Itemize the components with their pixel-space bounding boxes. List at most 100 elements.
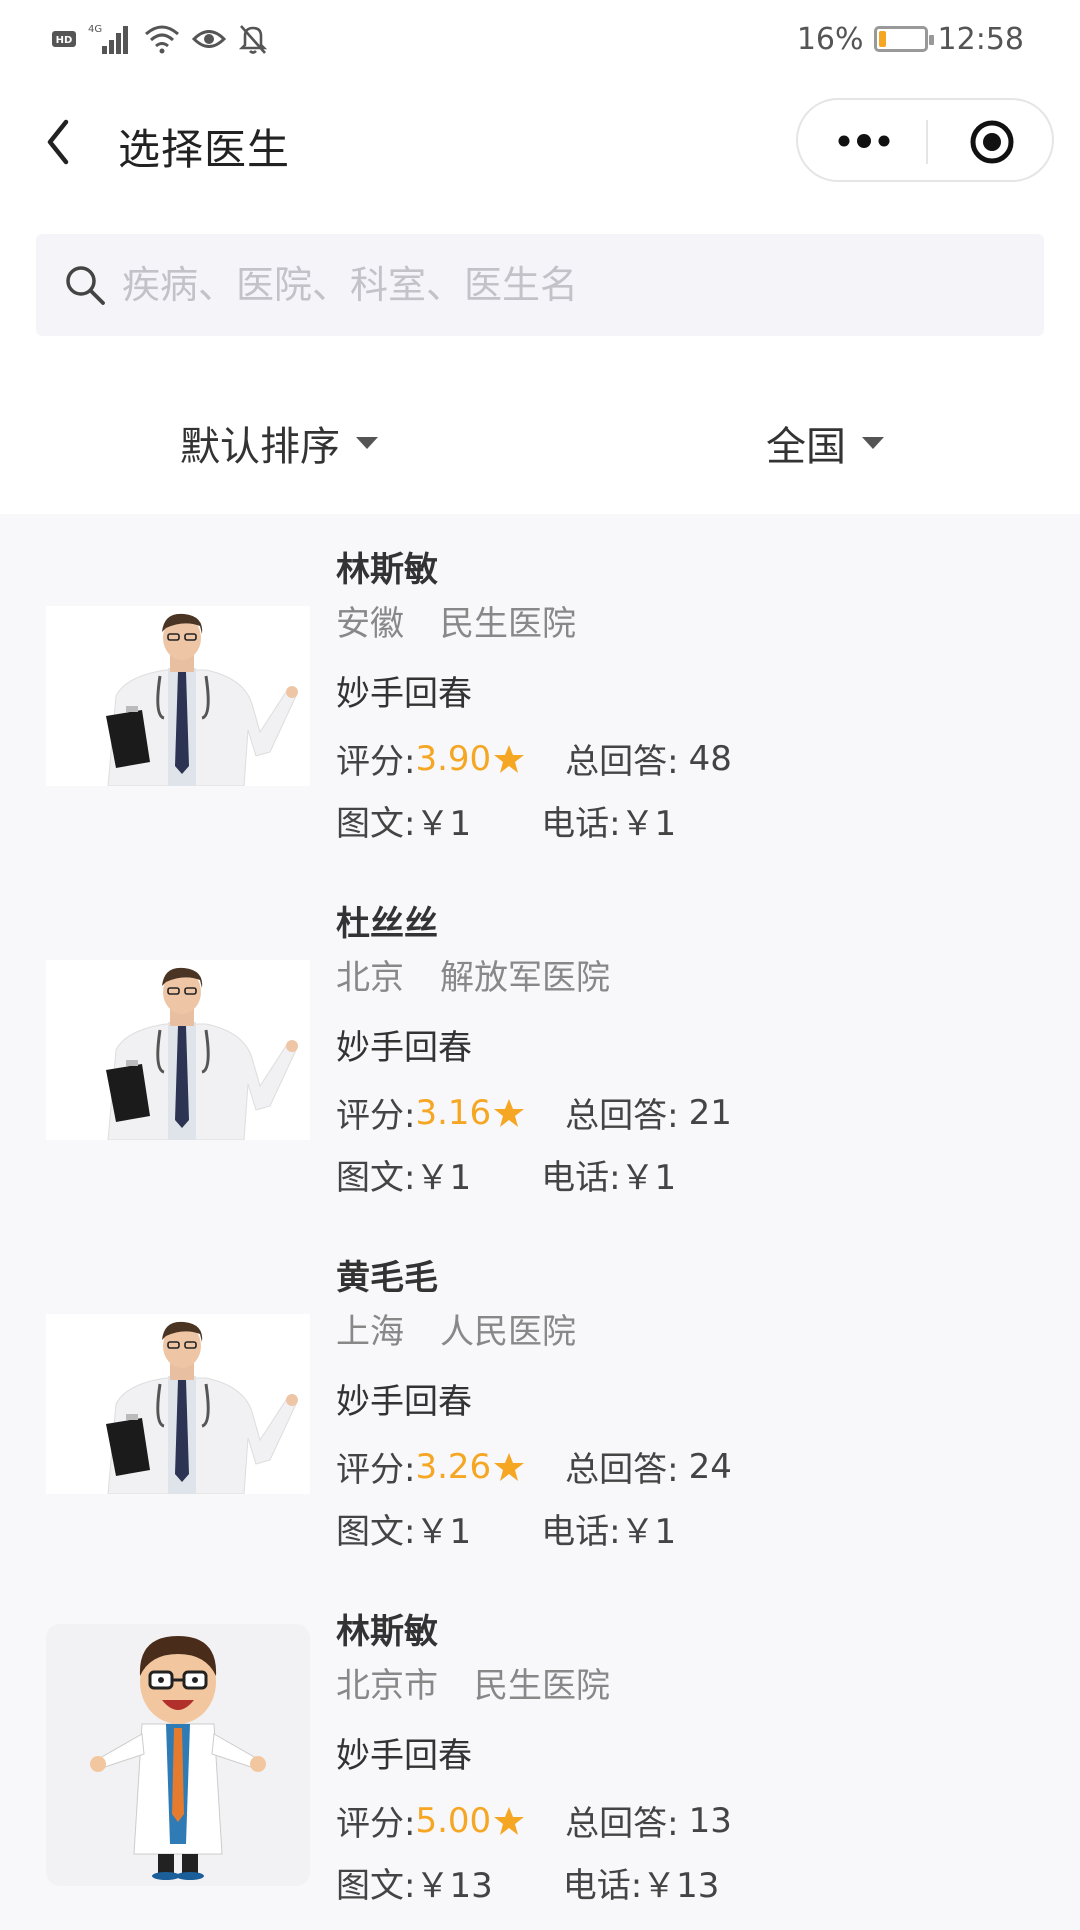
doctor-photo	[46, 1314, 310, 1495]
answers-label: 总回答:	[565, 1804, 679, 1844]
doctor-skill: 妙手回春	[336, 1736, 472, 1776]
doctor-hospital: 解放军医院	[440, 958, 610, 998]
doctor-stats: 评分: 5.00 总回答: 13	[336, 1796, 732, 1845]
doctor-skill: 妙手回春	[336, 1382, 472, 1422]
doctor-province: 上海	[336, 1312, 404, 1352]
doctor-stats: 评分: 3.16 总回答: 21	[336, 1088, 732, 1137]
doctor-location: 北京 解放军医院	[336, 950, 610, 999]
svg-text:HD: HD	[56, 35, 73, 46]
doctor-card[interactable]: 黄毛毛 上海 人民医院 妙手回春 评分: 3.26 总回答: 24 图文:￥1 电话…	[0, 1222, 1080, 1576]
battery-level	[878, 31, 886, 47]
text-consult-price: 图文:￥1	[336, 1158, 472, 1198]
doctor-stats: 评分: 3.90 总回答: 48	[336, 734, 732, 783]
star-icon	[494, 1098, 525, 1127]
search-input[interactable]	[120, 262, 1004, 308]
doctor-prices: 图文:￥13 电话:￥13	[336, 1858, 719, 1907]
doctor-location: 安徽 民生医院	[336, 596, 576, 645]
wifi-icon	[145, 25, 179, 54]
phone-consult-price: 电话:￥1	[541, 1158, 677, 1198]
doctor-name: 林斯敏	[336, 550, 438, 590]
answers-label: 总回答:	[565, 1450, 679, 1490]
star-icon	[494, 1806, 525, 1835]
page-title: 选择医生	[118, 125, 291, 174]
text-consult-price: 图文:￥1	[336, 804, 472, 844]
more-dots-icon[interactable]	[834, 126, 894, 156]
doctor-card[interactable]: 杜丝丝 北京 解放军医院 妙手回春 评分: 3.16 总回答: 21 图文:￥1 电…	[0, 868, 1080, 1222]
filter-bar: 默认排序 全国	[0, 350, 1080, 514]
doctor-photo-illustration	[106, 967, 298, 1141]
doctor-skill: 妙手回春	[336, 674, 472, 714]
search-box[interactable]	[36, 234, 1044, 336]
text-consult-price: 图文:￥13	[336, 1866, 493, 1906]
battery-icon	[873, 26, 934, 52]
score-value: 5.00	[415, 1800, 492, 1841]
nav-bar: 选择医生	[0, 78, 1080, 208]
doctor-prices: 图文:￥1 电话:￥1	[336, 1504, 676, 1553]
score-label: 评分:	[336, 1096, 416, 1136]
doctor-location: 上海 人民医院	[336, 1304, 576, 1353]
miniprogram-capsule	[796, 98, 1054, 182]
score-value: 3.16	[415, 1092, 492, 1133]
phone-consult-price: 电话:￥1	[541, 1512, 677, 1552]
doctor-province: 北京	[336, 958, 404, 998]
answers-label: 总回答:	[565, 742, 679, 782]
doctor-card[interactable]: 林斯敏 北京市 民生医院 妙手回春 评分: 5.00 总回答: 13 图文:￥13…	[0, 1576, 1080, 1930]
eye-icon	[192, 30, 226, 48]
doctor-prices: 图文:￥1 电话:￥1	[336, 796, 676, 845]
status-icons: HD 4G	[52, 18, 268, 60]
phone-consult-price: 电话:￥1	[541, 804, 677, 844]
answers-label: 总回答:	[565, 1096, 679, 1136]
status-time: 12:58	[937, 21, 1024, 57]
star-icon	[494, 744, 525, 773]
cartoon-doctor-illustration	[90, 1636, 266, 1880]
doctor-name: 杜丝丝	[336, 904, 438, 944]
network-label: 4G	[88, 24, 102, 35]
answers-count: 21	[688, 1092, 732, 1133]
score-label: 评分:	[336, 1450, 416, 1490]
search-icon	[66, 266, 105, 305]
text-consult-price: 图文:￥1	[336, 1512, 472, 1552]
doctor-photo	[46, 960, 310, 1141]
region-label: 全国	[766, 424, 846, 470]
doctor-province: 安徽	[336, 604, 404, 644]
answers-count: 48	[688, 738, 732, 779]
doctor-name: 黄毛毛	[336, 1258, 438, 1298]
doctor-card[interactable]: 林斯敏 安徽 民生医院 妙手回春 评分: 3.90 总回答: 48 图文:￥1 电话…	[0, 514, 1080, 868]
region-dropdown[interactable]: 全国	[766, 414, 884, 472]
doctor-hospital: 民生医院	[474, 1666, 610, 1706]
search-section	[0, 208, 1080, 350]
capsule-divider	[926, 120, 928, 164]
sort-label: 默认排序	[180, 424, 340, 470]
doctor-prices: 图文:￥1 电话:￥1	[336, 1150, 676, 1199]
caret-down-icon	[862, 437, 884, 449]
sort-dropdown[interactable]: 默认排序	[180, 414, 378, 472]
doctor-province: 北京市	[336, 1666, 438, 1706]
phone-consult-price: 电话:￥13	[562, 1866, 720, 1906]
doctor-avatar-cartoon	[46, 1624, 310, 1886]
status-right: 16% 12:58	[797, 18, 1024, 60]
doctor-hospital: 民生医院	[440, 604, 576, 644]
score-value: 3.26	[415, 1446, 492, 1487]
doctor-photo-illustration	[106, 613, 298, 787]
caret-down-icon	[356, 437, 378, 449]
score-label: 评分:	[336, 1804, 416, 1844]
back-arrow-icon[interactable]	[38, 112, 78, 172]
score-label: 评分:	[336, 742, 416, 782]
battery-percent: 16%	[796, 21, 864, 57]
bell-off-icon	[238, 25, 268, 54]
star-icon	[494, 1452, 525, 1481]
doctor-hospital: 人民医院	[440, 1312, 576, 1352]
answers-count: 24	[688, 1446, 732, 1487]
status-bar: HD 4G 16% 12:58	[0, 0, 1080, 78]
close-target-icon[interactable]	[968, 118, 1016, 166]
doctor-location: 北京市 民生医院	[336, 1658, 610, 1707]
4g-signal-icon: 4G	[88, 24, 128, 54]
doctor-name: 林斯敏	[336, 1612, 438, 1652]
doctor-photo	[46, 606, 310, 787]
doctor-skill: 妙手回春	[336, 1028, 472, 1068]
doctor-photo-illustration	[106, 1321, 298, 1495]
score-value: 3.90	[415, 738, 492, 779]
hd-icon: HD	[52, 31, 76, 47]
answers-count: 13	[688, 1800, 732, 1841]
doctor-stats: 评分: 3.26 总回答: 24	[336, 1442, 732, 1491]
